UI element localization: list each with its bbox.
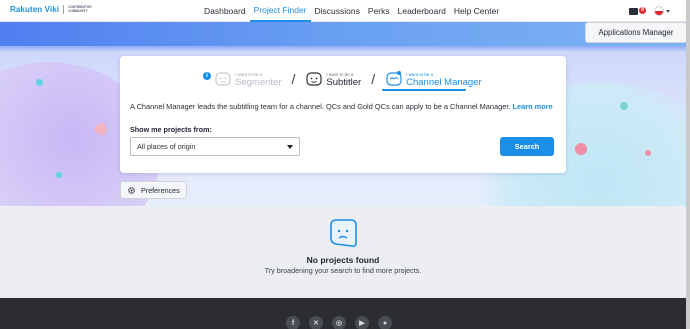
nav-dashboard[interactable]: Dashboard [200,0,250,22]
role-subtitler[interactable]: I want to be a Subtitler [305,70,361,88]
nav-help-center[interactable]: Help Center [450,0,503,22]
logo-divider [63,5,65,14]
page-scrollbar[interactable] [686,0,690,329]
scrollbar-thumb[interactable] [686,0,690,329]
logo-subtitle: CONTRIBUTOR COMMUNITY [68,5,92,13]
channel-manager-face-icon [386,71,402,86]
learn-more-link[interactable]: Learn more [513,102,553,111]
sad-face-icon [330,219,357,247]
decorative-dot [620,102,628,110]
mail-icon[interactable]: 8 [629,6,646,15]
facebook-icon[interactable]: f [286,316,300,329]
role-name: Channel Manager [406,77,482,88]
empty-state-title: No projects found [306,255,380,265]
social-links: f ✕ ◎ ▶ ● [286,316,392,329]
decorative-dot [36,79,43,86]
decorative-dot [56,172,62,178]
brand-logo[interactable]: Rakuten Viki CONTRIBUTOR COMMUNITY [10,5,96,14]
selected-role-indicator [382,89,466,91]
role-name: Segmenter [235,77,282,88]
role-divider: / [291,71,296,87]
nav-leaderboard[interactable]: Leaderboard [394,0,450,22]
role-channel-manager[interactable]: I want to be a Channel Manager [385,70,482,88]
project-finder-card: i I want to be a Segmenter / I want to b… [120,56,566,173]
decorative-dot [95,123,107,135]
x-icon[interactable]: ✕ [309,316,323,329]
role-segmenter[interactable]: I want to be a Segmenter [214,70,281,88]
decorative-dot [645,150,651,156]
role-selector: I want to be a Segmenter / I want to be … [204,66,482,88]
top-navigation-bar: Rakuten Viki CONTRIBUTOR COMMUNITY Dashb… [0,0,690,22]
nav-actions: 8 [629,6,670,16]
role-divider: / [371,71,376,87]
main-nav: Dashboard Project Finder Discussions Per… [200,0,503,22]
preferences-button[interactable]: Preferences [120,181,187,199]
nav-discussions[interactable]: Discussions [311,0,364,22]
instagram-icon[interactable]: ◎ [332,316,346,329]
subtitler-face-icon [306,72,322,86]
nav-perks[interactable]: Perks [364,0,394,22]
search-button[interactable]: Search [500,137,554,156]
chevron-down-icon[interactable] [666,9,670,13]
preferences-label: Preferences [141,185,180,195]
gear-icon [128,186,135,194]
youtube-icon[interactable]: ▶ [355,316,369,329]
logo-wordmark: Rakuten Viki [10,5,60,14]
user-avatar[interactable] [654,6,664,16]
notification-badge: 8 [639,6,646,14]
origin-select[interactable]: All places of origin [130,137,300,156]
nav-project-finder[interactable]: Project Finder [249,0,311,22]
segmenter-face-icon [215,72,231,86]
empty-state-subtitle: Try broadening your search to find more … [264,266,422,275]
chat-icon[interactable]: ● [378,316,392,329]
decorative-dot [575,143,587,155]
role-description: A Channel Manager leads the subtitling t… [130,102,553,111]
description-text: A Channel Manager leads the subtitling t… [130,102,511,111]
origin-filter-label: Show me projects from: [130,125,212,134]
chevron-down-icon [287,145,293,149]
role-name: Subtitler [326,77,362,88]
applications-manager-button[interactable]: Applications Manager [585,22,687,43]
origin-select-value: All places of origin [137,142,196,151]
